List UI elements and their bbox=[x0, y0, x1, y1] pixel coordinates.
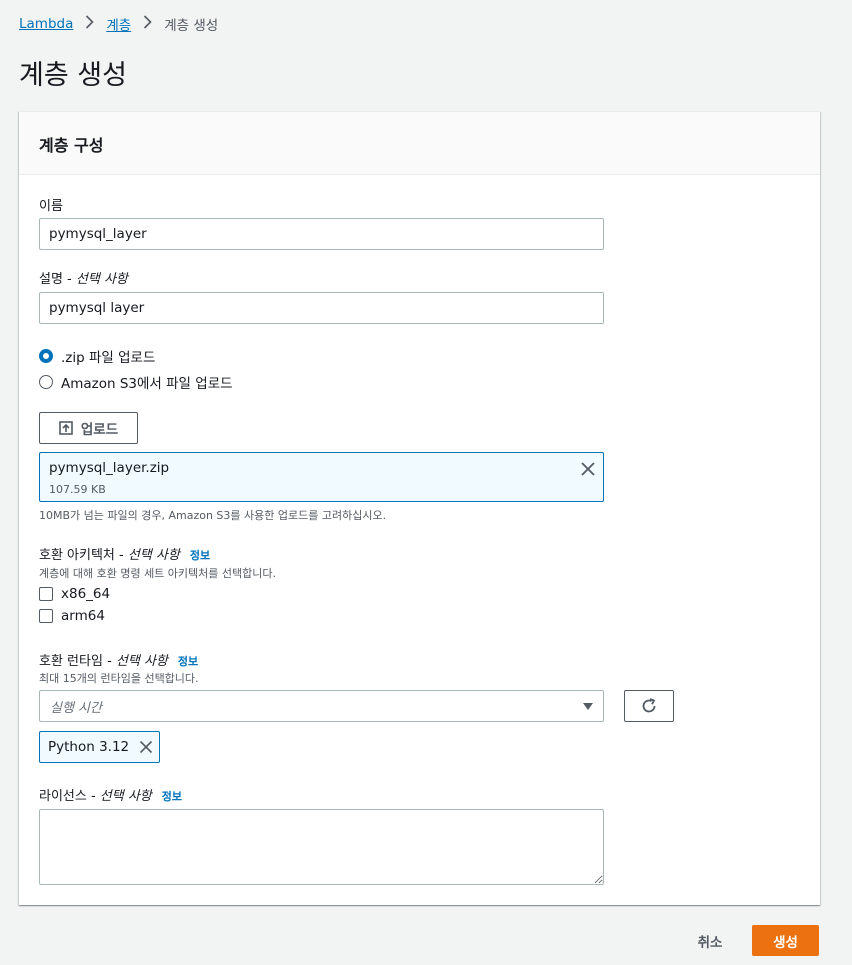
file-token: pymysql_layer.zip 107.59 KB bbox=[39, 452, 604, 502]
chevron-right-icon bbox=[143, 15, 152, 33]
radio-button[interactable] bbox=[39, 375, 53, 389]
file-size: 107.59 KB bbox=[49, 483, 106, 496]
radio-label: .zip 파일 업로드 bbox=[61, 350, 156, 366]
runtime-token: Python 3.12 bbox=[39, 731, 160, 763]
radio-zip-upload[interactable]: .zip 파일 업로드 bbox=[39, 346, 155, 366]
refresh-icon bbox=[642, 698, 656, 713]
description-input[interactable] bbox=[39, 292, 604, 324]
architectures-label: 호환 아키텍처 - 선택 사항 정보 bbox=[39, 548, 211, 563]
runtimes-label: 호환 런타임 - 선택 사항 정보 bbox=[39, 654, 199, 669]
info-link-runtimes[interactable]: 정보 bbox=[178, 655, 198, 668]
description-label: 설명 - 선택 사항 bbox=[39, 272, 128, 287]
chevron-right-icon bbox=[85, 15, 94, 33]
upload-button[interactable]: 업로드 bbox=[39, 412, 138, 444]
checkbox-label: arm64 bbox=[61, 608, 105, 624]
file-name: pymysql_layer.zip bbox=[49, 460, 170, 476]
name-label: 이름 bbox=[39, 199, 63, 214]
create-button[interactable]: 생성 bbox=[752, 925, 819, 956]
breadcrumb-lambda[interactable]: Lambda bbox=[19, 16, 73, 32]
close-icon[interactable] bbox=[580, 461, 596, 477]
radio-s3-upload[interactable]: Amazon S3에서 파일 업로드 bbox=[39, 372, 233, 392]
breadcrumb: Lambda 계층 계층 생성 bbox=[19, 13, 218, 35]
runtime-select[interactable]: 실행 시간 bbox=[39, 690, 604, 722]
cancel-button[interactable]: 취소 bbox=[684, 925, 736, 956]
info-link-architectures[interactable]: 정보 bbox=[190, 549, 210, 562]
info-link-license[interactable]: 정보 bbox=[162, 790, 182, 803]
checkbox[interactable] bbox=[39, 587, 53, 601]
close-icon[interactable] bbox=[139, 740, 153, 754]
name-input[interactable] bbox=[39, 218, 604, 250]
checkbox-x86-64[interactable]: x86_64 bbox=[39, 586, 110, 602]
panel-title: 계층 구성 bbox=[39, 136, 104, 155]
checkbox[interactable] bbox=[39, 609, 53, 623]
runtimes-description: 최대 15개의 런타임을 선택합니다. bbox=[39, 672, 199, 685]
breadcrumb-current: 계층 생성 bbox=[164, 18, 219, 34]
upload-icon bbox=[59, 421, 73, 435]
refresh-button[interactable] bbox=[624, 690, 674, 722]
caret-down-icon bbox=[583, 703, 593, 710]
panel-header: 계층 구성 bbox=[19, 112, 820, 175]
checkbox-label: x86_64 bbox=[61, 586, 111, 602]
architectures-description: 계층에 대해 호환 명령 세트 아키텍처를 선택합니다. bbox=[39, 567, 276, 580]
layer-config-panel: 계층 구성 이름 설명 - 선택 사항 .zip 파일 업로드 Amazon S… bbox=[19, 111, 820, 905]
radio-button-selected[interactable] bbox=[39, 349, 53, 363]
license-textarea[interactable] bbox=[39, 809, 604, 885]
radio-label: Amazon S3에서 파일 업로드 bbox=[61, 376, 233, 392]
upload-button-label: 업로드 bbox=[80, 422, 119, 438]
runtime-token-label: Python 3.12 bbox=[48, 739, 130, 755]
file-size-hint: 10MB가 넘는 파일의 경우, Amazon S3를 사용한 업로드를 고려하… bbox=[39, 509, 387, 522]
optional-text: 선택 사항 bbox=[75, 272, 128, 287]
runtime-select-placeholder: 실행 시간 bbox=[50, 700, 102, 716]
checkbox-arm64[interactable]: arm64 bbox=[39, 608, 105, 624]
breadcrumb-layers[interactable]: 계층 bbox=[106, 14, 131, 34]
license-label: 라이선스 - 선택 사항 정보 bbox=[39, 789, 183, 804]
page-title: 계층 생성 bbox=[19, 60, 127, 91]
